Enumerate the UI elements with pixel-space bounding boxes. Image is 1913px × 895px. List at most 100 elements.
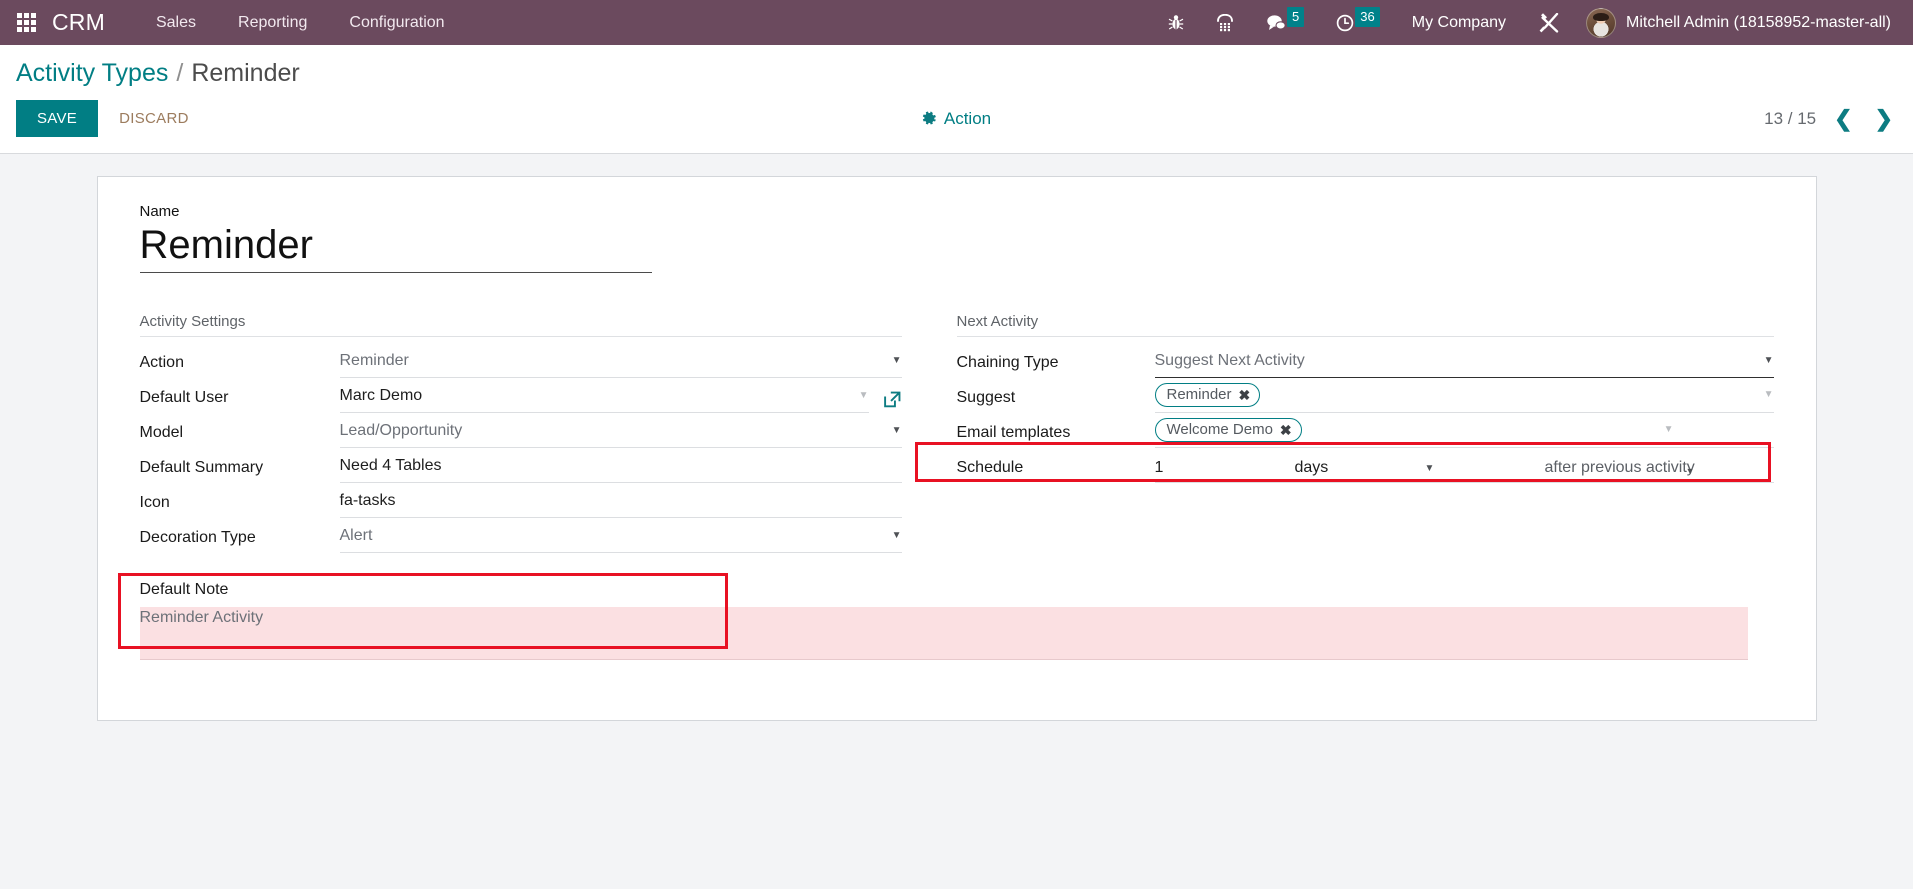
save-button[interactable]: SAVE — [16, 100, 99, 137]
action-menu-label: Action — [943, 108, 992, 128]
email-templates-label: Email templates — [956, 424, 1071, 441]
action-value: Reminder — [339, 351, 409, 369]
action-menu-button[interactable]: Action — [922, 109, 991, 129]
activities-button[interactable]: 36 — [1320, 0, 1395, 45]
activities-counter: 36 — [1355, 6, 1380, 27]
open-record-button[interactable] — [883, 390, 902, 409]
tag-suggest-reminder[interactable]: Reminder ✖ — [1154, 383, 1261, 407]
field-row-default-summary: Default Summary Need 4 Tables — [140, 448, 902, 483]
name-input[interactable]: Reminder — [139, 222, 652, 273]
suggest-tags-input[interactable]: Reminder ✖ ▼ — [1154, 383, 1774, 413]
chevron-down-icon: ▼ — [858, 389, 869, 401]
breadcrumb-separator: / — [176, 59, 184, 87]
chevron-down-icon: ▼ — [891, 424, 902, 436]
tag-email-template-welcome-demo[interactable]: Welcome Demo ✖ — [1154, 418, 1302, 442]
breadcrumb-current: Reminder — [191, 59, 300, 87]
tag-label: Welcome Demo — [1166, 421, 1273, 438]
tag-label: Reminder — [1166, 386, 1232, 403]
main-menu: Sales Reporting Configuration — [135, 2, 466, 44]
breadcrumb-root[interactable]: Activity Types — [16, 59, 168, 88]
chaining-type-select[interactable]: Suggest Next Activity ▼ — [1154, 349, 1774, 378]
default-summary-value: Need 4 Tables — [339, 456, 442, 474]
chaining-type-value: Suggest Next Activity — [1154, 351, 1305, 369]
chevron-down-icon: ▼ — [1663, 424, 1674, 435]
voip-dialpad-button[interactable] — [1200, 0, 1250, 45]
pager-previous-button[interactable]: ❮ — [1830, 107, 1856, 130]
form-sheet: Name Reminder Activity Settings Action R… — [96, 176, 1817, 721]
icon-input[interactable]: fa-tasks — [339, 489, 902, 518]
default-note-label: Default Note — [139, 581, 229, 598]
name-field-label: Name — [139, 203, 180, 220]
messages-counter: 5 — [1287, 6, 1305, 27]
default-user-label: Default User — [139, 389, 229, 406]
field-row-action: Action Reminder ▼ — [140, 343, 902, 378]
user-menu[interactable]: Mitchell Admin (18158952-master-all) — [1576, 7, 1897, 38]
decoration-type-select[interactable]: Alert ▼ — [339, 524, 902, 553]
company-switcher[interactable]: My Company — [1396, 14, 1522, 32]
schedule-amount-input[interactable]: 1 — [1155, 459, 1295, 477]
default-note-group: Default Note Reminder Activity — [117, 573, 1774, 660]
menu-item-sales[interactable]: Sales — [135, 2, 217, 44]
user-menu-label: Mitchell Admin (18158952-master-all) — [1626, 13, 1891, 31]
default-user-input[interactable]: Marc Demo ▼ — [339, 384, 869, 413]
chevron-down-icon: ▼ — [1763, 389, 1774, 400]
field-row-icon: Icon fa-tasks — [140, 483, 902, 518]
top-navbar: CRM Sales Reporting Configuration 5 36 M… — [0, 0, 1913, 45]
suggest-label: Suggest — [956, 389, 1016, 406]
navbar-systray: 5 36 My Company Mitchell Admin (18158952… — [1152, 0, 1897, 45]
schedule-trigger-value: after previous activity — [1544, 459, 1695, 476]
field-row-decoration-type: Decoration Type Alert ▼ — [140, 518, 902, 553]
form-columns: Activity Settings Action Reminder ▼ Defa… — [139, 313, 1774, 553]
messages-button[interactable]: 5 — [1250, 0, 1320, 45]
model-select[interactable]: Lead/Opportunity ▼ — [339, 419, 902, 448]
chevron-down-icon: ▼ — [1424, 462, 1435, 474]
dialpad-phone-icon — [1217, 13, 1233, 31]
close-icon[interactable]: ✖ — [1280, 423, 1292, 437]
next-activity-group: Next Activity Chaining Type Suggest Next… — [914, 313, 1774, 553]
icon-label: Icon — [139, 494, 170, 511]
model-value: Lead/Opportunity — [339, 421, 463, 439]
activity-settings-title: Activity Settings — [139, 313, 902, 337]
apps-menu-button[interactable] — [0, 13, 52, 32]
chevron-down-icon: ▼ — [891, 529, 902, 541]
gear-icon — [922, 111, 936, 125]
name-field-group: Name Reminder — [139, 203, 1774, 273]
schedule-unit-select[interactable]: days — [1295, 459, 1425, 477]
field-row-default-user: Default User Marc Demo ▼ — [140, 378, 902, 413]
app-brand-crm[interactable]: CRM — [52, 9, 135, 36]
email-templates-tags-input[interactable]: Welcome Demo ✖ ▼ — [1154, 418, 1774, 448]
menu-item-configuration[interactable]: Configuration — [328, 2, 465, 44]
content-area: Name Reminder Activity Settings Action R… — [0, 154, 1913, 889]
pager-count: 13 / 15 — [1764, 108, 1817, 128]
schedule-value-group: 1 days ▼ after previous activity ▼ — [1154, 459, 1774, 483]
next-activity-title: Next Activity — [956, 313, 1774, 337]
schedule-label: Schedule — [956, 459, 1024, 476]
chevron-down-icon: ▼ — [1685, 466, 1695, 476]
default-summary-label: Default Summary — [139, 459, 264, 476]
discard-button[interactable]: DISCARD — [104, 100, 204, 137]
default-summary-input[interactable]: Need 4 Tables — [339, 454, 902, 483]
icon-value: fa-tasks — [339, 491, 396, 509]
field-row-email-templates: Email templates Welcome Demo ✖ ▼ — [957, 413, 1774, 448]
field-row-chaining-type: Chaining Type Suggest Next Activity ▼ — [957, 343, 1774, 378]
schedule-trigger-select[interactable]: after previous activity ▼ — [1545, 459, 1695, 477]
debug-bug-button[interactable] — [1152, 0, 1200, 45]
model-label: Model — [139, 424, 184, 441]
chat-bubble-icon — [1267, 14, 1286, 30]
action-menu-wrapper: Action — [16, 109, 1897, 129]
pager-next-button[interactable]: ❯ — [1871, 107, 1897, 130]
default-note-editor[interactable]: Reminder Activity — [140, 608, 1774, 627]
close-icon[interactable]: ✖ — [1239, 388, 1251, 402]
chevron-down-icon: ▼ — [891, 354, 902, 366]
field-row-schedule: Schedule 1 days ▼ after previous activit… — [914, 442, 1774, 483]
menu-item-reporting[interactable]: Reporting — [217, 2, 328, 44]
control-panel: Activity Types / Reminder SAVE DISCARD A… — [0, 45, 1913, 154]
activity-settings-group: Activity Settings Action Reminder ▼ Defa… — [139, 313, 957, 553]
pager: 13 / 15 ❮ ❯ — [1764, 107, 1897, 130]
action-select[interactable]: Reminder ▼ — [339, 349, 902, 378]
developer-tools-button[interactable] — [1522, 0, 1576, 45]
tools-icon — [1539, 12, 1559, 33]
grid-apps-icon — [16, 13, 36, 32]
decoration-type-value: Alert — [339, 526, 373, 544]
breadcrumb: Activity Types / Reminder — [16, 45, 1897, 92]
